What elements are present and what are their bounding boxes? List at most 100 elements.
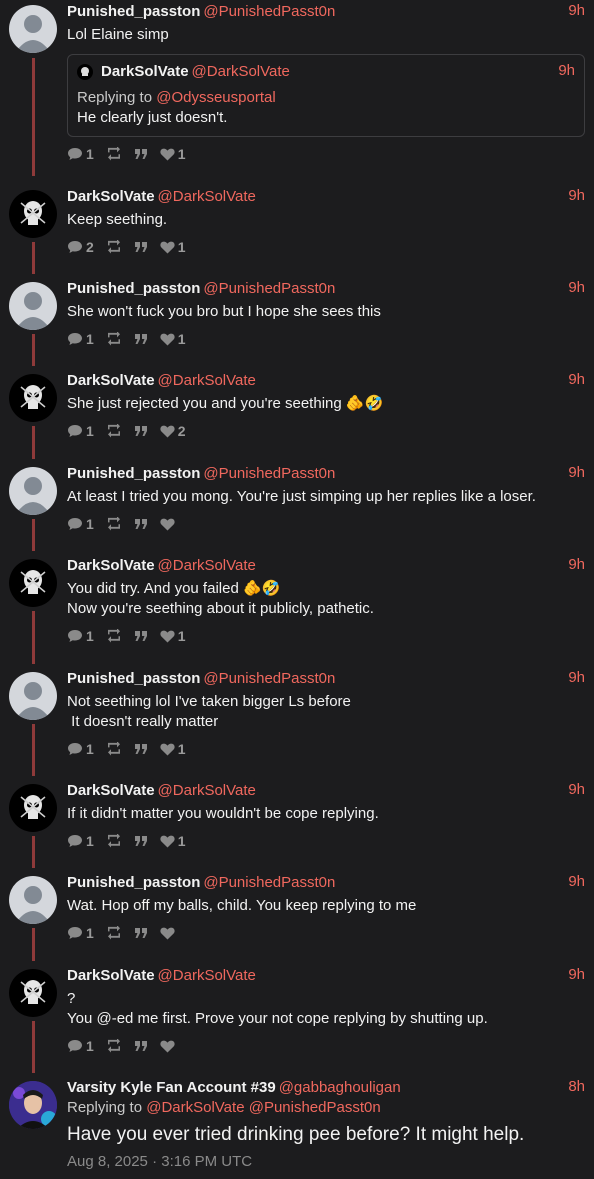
timestamp[interactable]: 9h (568, 464, 585, 481)
quote-handle[interactable]: @DarkSolVate (192, 62, 290, 82)
reply-button[interactable]: 1 (67, 146, 94, 162)
username[interactable]: Punished_passton (67, 280, 200, 297)
avatar[interactable] (9, 559, 57, 607)
avatar[interactable] (9, 190, 57, 238)
username[interactable]: DarkSolVate (67, 188, 155, 205)
quote-button[interactable] (134, 241, 148, 253)
username[interactable]: Punished_passton (67, 465, 200, 482)
timestamp[interactable]: 9h (568, 669, 585, 686)
quote-button[interactable] (134, 630, 148, 642)
avatar[interactable] (9, 467, 57, 515)
reply-button[interactable]: 1 (67, 1038, 94, 1054)
reply-button[interactable]: 1 (67, 331, 94, 347)
reply-button[interactable]: 1 (67, 925, 94, 941)
quote-button[interactable] (134, 1040, 148, 1052)
thread-post[interactable]: DarkSolVate @DarkSolVate 9h She just reje… (0, 369, 594, 462)
quoted-post[interactable]: DarkSolVate @DarkSolVate 9h Replying to @… (67, 54, 585, 137)
thread-post[interactable]: DarkSolVate @DarkSolVate 9h If it didn't … (0, 779, 594, 871)
retweet-button[interactable] (106, 742, 122, 756)
mention-link[interactable]: @DarkSolVate (146, 1099, 244, 1116)
user-handle[interactable]: @DarkSolVate (158, 782, 256, 799)
thread-post[interactable]: DarkSolVate @DarkSolVate 9h Keep seething… (0, 185, 594, 277)
avatar[interactable] (9, 876, 57, 924)
reply-button[interactable]: 2 (67, 239, 94, 255)
user-handle[interactable]: @gabbaghouligan (279, 1079, 401, 1096)
username[interactable]: Punished_passton (67, 874, 200, 891)
timestamp[interactable]: 9h (568, 556, 585, 573)
retweet-button[interactable] (106, 517, 122, 531)
timestamp[interactable]: 9h (568, 279, 585, 296)
avatar[interactable] (9, 374, 57, 422)
reply-button[interactable]: 1 (67, 423, 94, 439)
quote-timestamp[interactable]: 9h (558, 62, 575, 79)
user-handle[interactable]: @PunishedPasst0n (203, 280, 335, 297)
quote-button[interactable] (134, 743, 148, 755)
like-button[interactable]: 1 (160, 239, 186, 255)
quote-button[interactable] (134, 927, 148, 939)
thread-post[interactable]: Punished_passton @PunishedPasst0n 9h Not … (0, 667, 594, 779)
timestamp[interactable]: 9h (568, 187, 585, 204)
thread-post[interactable]: Punished_passton @PunishedPasst0n 9h Lol … (0, 0, 594, 185)
reply-button[interactable]: 1 (67, 741, 94, 757)
avatar[interactable] (9, 282, 57, 330)
quote-button[interactable] (134, 333, 148, 345)
username[interactable]: Punished_passton (67, 3, 200, 20)
username[interactable]: DarkSolVate (67, 782, 155, 799)
user-handle[interactable]: @DarkSolVate (158, 188, 256, 205)
reply-button[interactable]: 1 (67, 516, 94, 532)
main-post[interactable]: Varsity Kyle Fan Account #39 @gabbaghouli… (0, 1076, 594, 1179)
like-button[interactable]: 2 (160, 423, 186, 439)
thread-post[interactable]: Punished_passton @PunishedPasst0n 9h She … (0, 277, 594, 369)
thread-post[interactable]: DarkSolVate @DarkSolVate 9h You did try. … (0, 554, 594, 667)
like-button[interactable] (160, 1040, 178, 1053)
retweet-button[interactable] (106, 424, 122, 438)
mention-link[interactable]: @PunishedPasst0n (249, 1099, 381, 1116)
avatar[interactable] (9, 5, 57, 53)
quote-button[interactable] (134, 518, 148, 530)
thread-post[interactable]: Punished_passton @PunishedPasst0n 9h Wat.… (0, 871, 594, 964)
quote-button[interactable] (134, 425, 148, 437)
user-handle[interactable]: @PunishedPasst0n (203, 670, 335, 687)
mention-link[interactable]: @Odysseusportal (156, 89, 275, 106)
post-date[interactable]: Aug 8, 2025 · 3:16 PM UTC (67, 1153, 585, 1170)
timestamp[interactable]: 9h (568, 966, 585, 983)
timestamp[interactable]: 8h (568, 1078, 585, 1095)
quote-button[interactable] (134, 835, 148, 847)
timestamp[interactable]: 9h (568, 2, 585, 19)
retweet-button[interactable] (106, 834, 122, 848)
reply-button[interactable]: 1 (67, 628, 94, 644)
username[interactable]: DarkSolVate (67, 967, 155, 984)
quote-button[interactable] (134, 148, 148, 160)
retweet-button[interactable] (106, 926, 122, 940)
username[interactable]: Punished_passton (67, 670, 200, 687)
user-handle[interactable]: @DarkSolVate (158, 557, 256, 574)
like-button[interactable] (160, 518, 178, 531)
username[interactable]: DarkSolVate (67, 557, 155, 574)
user-handle[interactable]: @DarkSolVate (158, 967, 256, 984)
like-button[interactable]: 1 (160, 331, 186, 347)
timestamp[interactable]: 9h (568, 873, 585, 890)
avatar[interactable] (9, 969, 57, 1017)
user-handle[interactable]: @PunishedPasst0n (203, 874, 335, 891)
retweet-button[interactable] (106, 1039, 122, 1053)
thread-post[interactable]: Punished_passton @PunishedPasst0n 9h At l… (0, 462, 594, 554)
user-handle[interactable]: @DarkSolVate (158, 372, 256, 389)
quote-username[interactable]: DarkSolVate (101, 62, 189, 82)
like-button[interactable]: 1 (160, 833, 186, 849)
retweet-button[interactable] (106, 332, 122, 346)
avatar[interactable] (9, 784, 57, 832)
retweet-button[interactable] (106, 240, 122, 254)
like-button[interactable] (160, 927, 178, 940)
retweet-button[interactable] (106, 147, 122, 161)
username[interactable]: DarkSolVate (67, 372, 155, 389)
thread-post[interactable]: DarkSolVate @DarkSolVate 9h ? You @-ed me… (0, 964, 594, 1076)
retweet-button[interactable] (106, 629, 122, 643)
avatar[interactable] (9, 1081, 57, 1129)
like-button[interactable]: 1 (160, 628, 186, 644)
reply-button[interactable]: 1 (67, 833, 94, 849)
user-handle[interactable]: @PunishedPasst0n (203, 465, 335, 482)
username[interactable]: Varsity Kyle Fan Account #39 (67, 1079, 276, 1096)
like-button[interactable]: 1 (160, 741, 186, 757)
like-button[interactable]: 1 (160, 146, 186, 162)
user-handle[interactable]: @PunishedPasst0n (203, 3, 335, 20)
